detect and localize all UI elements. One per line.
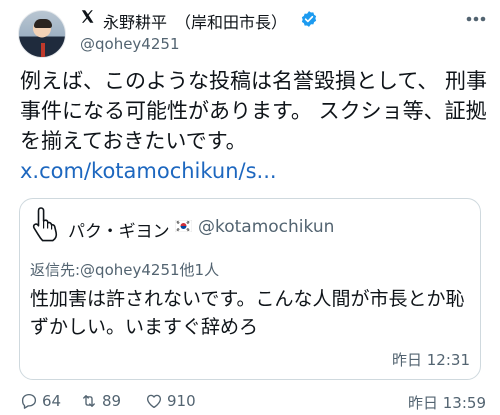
author-avatar[interactable] xyxy=(18,10,66,58)
engagement-bar: 64 89 910 昨日 13:59 xyxy=(0,388,500,415)
reply-button[interactable]: 64 xyxy=(20,388,61,414)
quoted-post-time[interactable]: 昨日 12:31 xyxy=(392,349,470,370)
post-link[interactable]: x.com/kotamochikun/s... xyxy=(20,156,277,186)
reply-icon xyxy=(21,393,37,409)
repost-icon xyxy=(83,395,95,407)
post-text: 例えば、このような投稿は名誉毀損として、 刑事事件になる可能性があります。 スク… xyxy=(20,69,487,153)
quoted-post[interactable]: パク・ギヨン @kotamochikun 返信先:@qohey4251他1人 性… xyxy=(19,198,481,380)
author-handle[interactable]: @qohey4251 xyxy=(80,35,180,53)
quoted-author-handle[interactable]: @kotamochikun xyxy=(198,217,334,237)
author-name[interactable]: 永野耕平 （岸和田市長） xyxy=(103,9,287,33)
more-options-icon[interactable] xyxy=(462,8,490,30)
like-count: 910 xyxy=(167,392,196,410)
hand-pointer-icon xyxy=(32,207,58,242)
like-button[interactable]: 910 xyxy=(145,388,196,414)
quoted-post-text: 性加害は許されないです。こんな人間が市長とか恥ずかしい。いますぐ辞めろ xyxy=(30,288,465,338)
tweet-card: 永野耕平 （岸和田市長） @qohey4251 例えば、このような投稿は名誉毀損… xyxy=(0,0,500,415)
x-logo-icon xyxy=(81,10,94,23)
reply-count: 64 xyxy=(42,392,62,410)
korea-flag-icon xyxy=(175,220,192,232)
quoted-author-name[interactable]: パク・ギヨン xyxy=(68,217,170,242)
repost-button[interactable]: 89 xyxy=(80,388,121,414)
post-time[interactable]: 昨日 13:59 xyxy=(408,392,486,413)
repost-count: 89 xyxy=(102,392,122,410)
reply-to-label: 返信先:@qohey4251他1人 xyxy=(30,261,220,279)
heart-icon xyxy=(146,394,162,409)
verified-badge-icon xyxy=(301,11,317,27)
